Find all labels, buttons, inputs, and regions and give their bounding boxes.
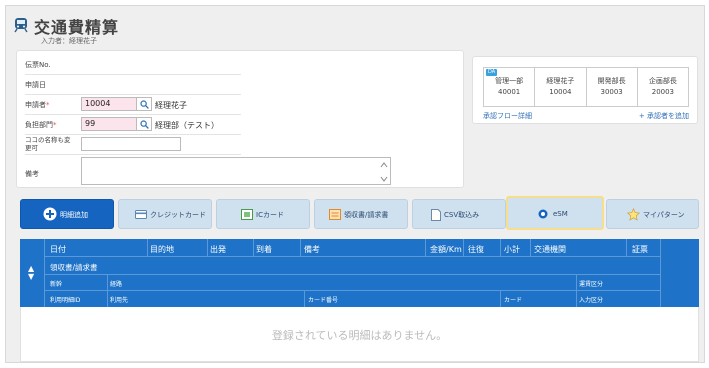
- required-mark: *: [53, 121, 57, 129]
- receipt-icon: [329, 209, 341, 220]
- approver-cell: 企画部長 20003: [648, 77, 677, 96]
- train-icon: [14, 18, 28, 33]
- approver-cell: 経理花子 10004: [535, 68, 587, 106]
- credit-card-button[interactable]: クレジットカード: [118, 199, 212, 229]
- da-badge: DA: [486, 69, 498, 76]
- remarks-label: 備考: [25, 170, 39, 178]
- expense-form: 伝票No. 申請日 申請者* 10004 経理花子 負担部門* 99 経理部（テ…: [16, 50, 464, 188]
- csv-import-button[interactable]: CSV取込み: [412, 199, 506, 229]
- esm-button[interactable]: eSM: [506, 196, 604, 230]
- credit-card-icon: [135, 210, 147, 219]
- ic-card-icon: [241, 209, 253, 220]
- required-mark: *: [46, 101, 50, 109]
- custom-label: ココの名称も変更可: [25, 136, 71, 152]
- applicant-code-input[interactable]: 10004: [81, 97, 137, 111]
- search-icon: [140, 100, 149, 109]
- detail-table-header: ▲ ▼ 日付 目的地 出発 到着 備考 金額/Km 往復 小計 交通機関 証票 領…: [20, 239, 699, 307]
- receipt-button[interactable]: 領収書/請求書: [314, 199, 408, 229]
- apply-date-row: 申請日: [25, 75, 241, 95]
- approval-flow-link[interactable]: 承認フロー詳細: [483, 111, 532, 121]
- esm-logo-icon: [538, 209, 548, 219]
- page-frame: 交通費精算 入力者：経理花子 伝票No. 申請日 申請者* 10004 経理花子…: [5, 5, 705, 363]
- approver-cell: DA 管理一部 40001: [484, 68, 536, 106]
- approval-panel: DA 管理一部 40001 経理花子 10004 開発部長 30003 企画部長…: [472, 56, 698, 124]
- custom-field-input[interactable]: [81, 137, 181, 151]
- document-icon: [431, 209, 441, 221]
- approver-cell: 開発部長 30003: [587, 68, 638, 106]
- dept-search-button[interactable]: [137, 117, 152, 131]
- dept-name: 経理部（テスト）: [155, 121, 219, 130]
- apply-date-label: 申請日: [25, 81, 46, 89]
- header-row-1: 日付 目的地 出発 到着 備考 金額/Km 往復 小計 交通機関 証票: [44, 239, 660, 257]
- scroll-arrows-icon[interactable]: [380, 160, 388, 184]
- ic-card-button[interactable]: ICカード: [216, 199, 310, 229]
- add-approver-link[interactable]: + 承認者を追加: [639, 111, 689, 121]
- page-subtitle: 入力者：経理花子: [41, 37, 97, 45]
- page-title: 交通費精算: [34, 18, 120, 37]
- header-row-3: 新幹 経路 運賃区分: [44, 275, 660, 291]
- approver-list: DA 管理一部 40001 経理花子 10004 開発部長 30003 企画部長…: [483, 67, 689, 107]
- header-row-4: 利用明細ID 利用先 カード番号 カード 入力区分: [50, 297, 604, 304]
- search-icon: [140, 120, 149, 129]
- dept-label: 負担部門*: [25, 121, 57, 129]
- empty-message: 登録されている明細はありません。: [271, 329, 448, 342]
- header-row-2: 領収書/請求書: [44, 257, 660, 275]
- add-detail-button[interactable]: 明細追加: [20, 199, 114, 229]
- remarks-textarea[interactable]: [81, 157, 391, 185]
- plus-circle-icon: [43, 207, 57, 221]
- star-icon: [627, 208, 640, 221]
- applicant-name: 経理花子: [155, 101, 187, 110]
- applicant-label: 申請者*: [25, 101, 50, 109]
- my-pattern-button[interactable]: マイパターン: [606, 199, 699, 229]
- dept-code-input[interactable]: 99: [81, 117, 137, 131]
- detail-table-body: 登録されている明細はありません。: [20, 307, 699, 362]
- applicant-search-button[interactable]: [137, 97, 152, 111]
- voucher-row: 伝票No.: [25, 55, 241, 75]
- voucher-label: 伝票No.: [25, 61, 51, 69]
- sort-toggle-icon[interactable]: ▲ ▼: [28, 265, 34, 281]
